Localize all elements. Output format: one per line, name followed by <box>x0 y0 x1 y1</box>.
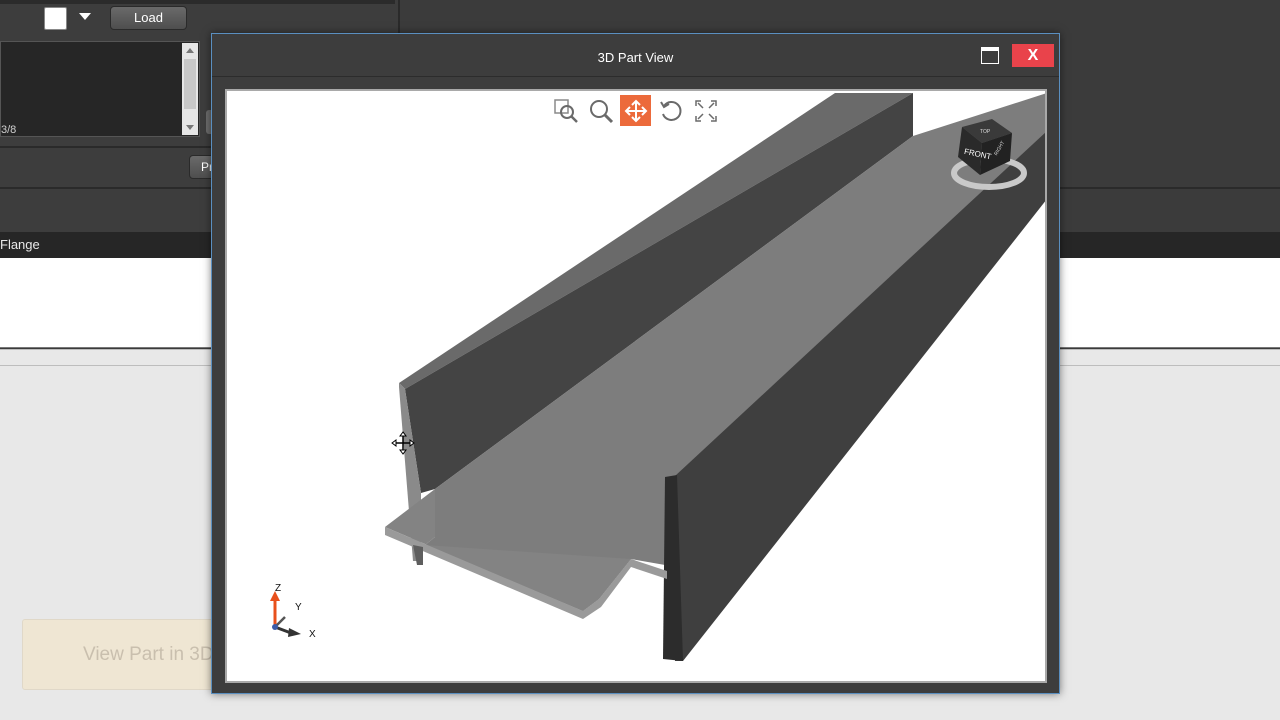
textarea-scrollbar[interactable] <box>182 43 198 135</box>
maximize-icon[interactable] <box>981 47 999 64</box>
zoom-window-button[interactable] <box>550 95 581 126</box>
view-cube[interactable]: FRONT TOP RIGHT <box>944 113 1034 203</box>
zoom-icon <box>589 99 613 123</box>
part-view-dialog: 3D Part View X FRONT TOP RIGHT Z Y X <box>211 33 1060 694</box>
view-toolbar <box>550 95 721 127</box>
zoom-window-icon <box>553 98 578 123</box>
fit-all-button[interactable] <box>690 95 721 126</box>
pan-icon <box>624 99 647 122</box>
close-button[interactable]: X <box>1012 44 1054 67</box>
load-button[interactable]: Load <box>110 6 187 30</box>
dialog-titlebar[interactable]: 3D Part View X <box>212 34 1059 77</box>
part-model <box>385 93 1045 661</box>
x-axis-label: X <box>309 629 316 640</box>
axis-triad: Z Y X <box>270 583 316 640</box>
move-cursor-icon <box>391 431 415 455</box>
scroll-up-arrow-icon[interactable] <box>186 48 194 53</box>
dialog-title: 3D Part View <box>597 50 674 65</box>
notes-textarea[interactable]: 3/8 <box>0 41 200 137</box>
textarea-value: 3/8 <box>1 124 17 136</box>
view-cube-top-label: TOP <box>980 129 991 135</box>
z-axis-label: Z <box>275 583 281 594</box>
scroll-down-arrow-icon[interactable] <box>186 125 194 130</box>
color-swatch[interactable] <box>44 7 67 30</box>
dropdown-arrow-icon[interactable] <box>79 13 91 20</box>
fit-all-icon <box>694 99 717 122</box>
zoom-button[interactable] <box>585 95 616 126</box>
rotate-icon <box>659 100 681 121</box>
rotate-button[interactable] <box>655 95 686 126</box>
scroll-thumb[interactable] <box>184 59 196 109</box>
3d-viewport[interactable]: FRONT TOP RIGHT Z Y X <box>225 89 1047 683</box>
column-header-flange[interactable]: Flange <box>0 237 40 252</box>
y-axis-label: Y <box>295 602 302 613</box>
top-strip <box>0 0 395 4</box>
pan-button[interactable] <box>620 95 651 126</box>
